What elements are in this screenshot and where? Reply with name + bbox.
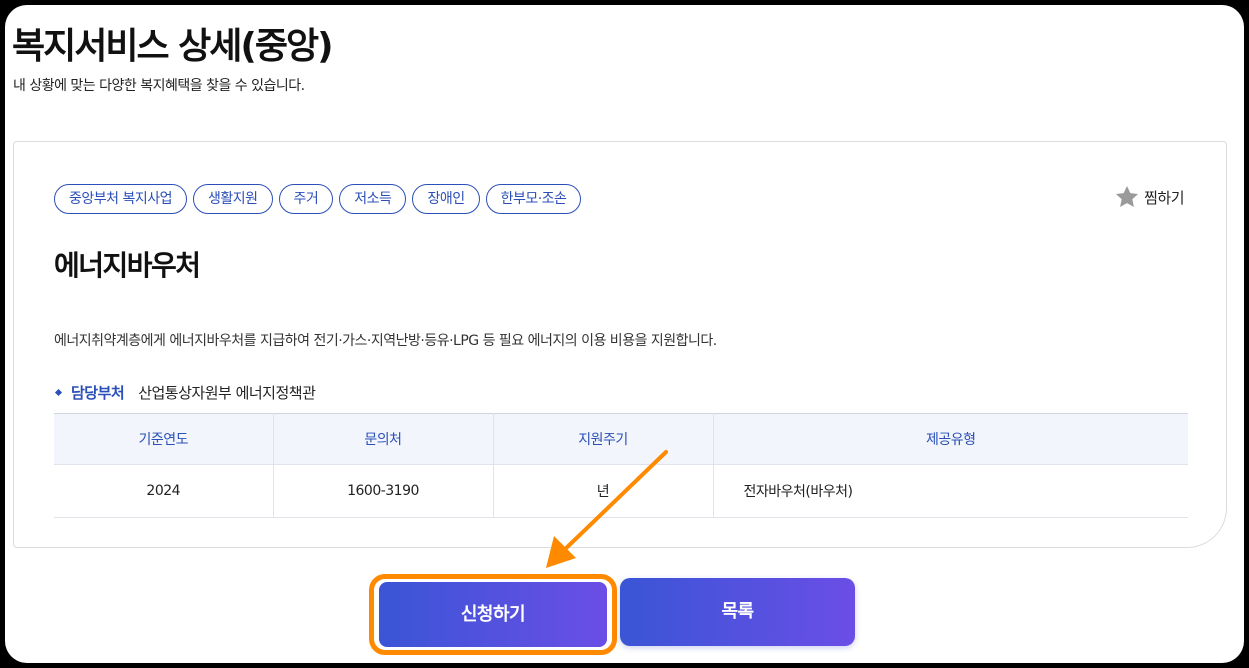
- tag-single-parent[interactable]: 한부모·조손: [485, 184, 582, 214]
- tag-list: 중앙부처 복지사업 생활지원 주거 저소득 장애인 한부모·조손: [54, 184, 582, 214]
- bullet-icon: [54, 388, 63, 397]
- table-row: 2024 1600-3190 년 전자바우처(바우처): [54, 464, 1188, 518]
- star-icon: [1114, 184, 1140, 210]
- table-header-row: 기준연도 문의처 지원주기 제공유형: [54, 413, 1188, 465]
- apply-button[interactable]: 신청하기: [374, 577, 612, 652]
- tag-living-support[interactable]: 생활지원: [193, 184, 273, 214]
- column-header-type: 제공유형: [713, 413, 1188, 465]
- column-header-year: 기준연도: [54, 413, 274, 465]
- cell-type: 전자바우처(바우처): [713, 464, 1188, 518]
- column-header-contact: 문의처: [273, 413, 494, 465]
- cell-contact: 1600-3190: [273, 464, 494, 518]
- page-title: 복지서비스 상세(중앙): [12, 26, 334, 67]
- info-table: 기준연도 문의처 지원주기 제공유형 2024 1600-3190 년 전자바우…: [54, 413, 1188, 518]
- tag-housing[interactable]: 주거: [278, 184, 334, 214]
- department-label: 담당부처: [71, 384, 125, 402]
- tag-disabled[interactable]: 장애인: [412, 184, 480, 214]
- apply-button-label: 신청하기: [379, 582, 607, 647]
- column-header-cycle: 지원주기: [493, 413, 714, 465]
- tag-low-income[interactable]: 저소득: [339, 184, 407, 214]
- department-value: 산업통상자원부 에너지정책관: [138, 384, 316, 402]
- page-subtitle: 내 상황에 맞는 다양한 복지혜택을 찾을 수 있습니다.: [13, 78, 305, 94]
- list-button[interactable]: 목록: [620, 578, 855, 646]
- favorite-button[interactable]: 찜하기: [1114, 184, 1184, 210]
- favorite-label: 찜하기: [1144, 188, 1184, 207]
- service-description: 에너지취약계층에게 에너지바우처를 지급하여 전기·가스·지역난방·등유·LPG…: [54, 333, 717, 349]
- tag-central-welfare[interactable]: 중앙부처 복지사업: [54, 184, 187, 214]
- service-card: 중앙부처 복지사업 생활지원 주거 저소득 장애인 한부모·조손 찜하기 에너지…: [13, 141, 1227, 548]
- service-title: 에너지바우처: [54, 249, 201, 282]
- department-row: 담당부처 산업통상자원부 에너지정책관: [54, 382, 316, 403]
- cell-cycle: 년: [493, 464, 714, 518]
- app-window: 복지서비스 상세(중앙) 내 상황에 맞는 다양한 복지혜택을 찾을 수 있습니…: [5, 5, 1244, 663]
- cell-year: 2024: [54, 464, 274, 518]
